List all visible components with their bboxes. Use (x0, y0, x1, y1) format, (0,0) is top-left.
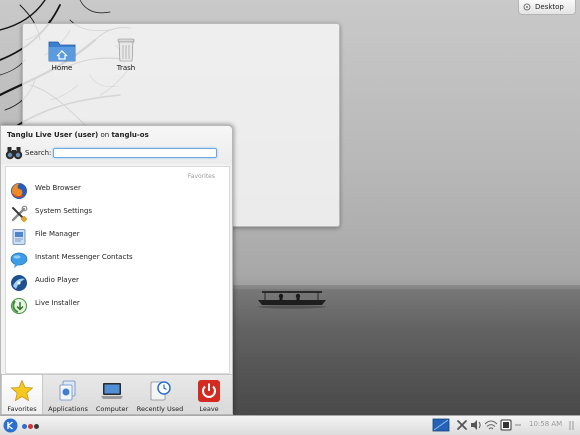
power-icon (198, 380, 220, 402)
recent-clock-icon (150, 381, 171, 401)
favorite-label: System Settings (35, 207, 93, 215)
favorites-list: Favorites Web Browser System Settings Fi… (5, 166, 230, 374)
trash-icon (117, 38, 135, 62)
network-icon[interactable] (484, 418, 498, 432)
devices-icon[interactable] (499, 418, 513, 432)
favorites-heading: Favorites (187, 173, 215, 180)
user-on-text: on (98, 131, 112, 139)
user-info: Tanglu Live User (user) on tanglu-os (7, 131, 149, 139)
pager-desktop-dot[interactable] (22, 424, 27, 429)
settings-tools-icon (11, 205, 28, 223)
search-label: Search: (25, 149, 52, 157)
home-folder-icon (48, 41, 76, 62)
favorite-web-browser[interactable]: Web Browser (6, 180, 229, 202)
desktop-toolbox-label: Desktop (535, 3, 564, 11)
tools-icon[interactable] (455, 418, 469, 432)
favorite-label: Web Browser (35, 184, 81, 192)
pager-widget[interactable] (22, 423, 42, 430)
desktop-icon-home[interactable]: Home (42, 37, 82, 72)
binoculars-icon (5, 147, 23, 160)
kde-launcher-icon[interactable] (3, 418, 18, 433)
tab-recently-used[interactable]: Recently Used (135, 375, 185, 414)
favorite-audio-player[interactable]: Audio Player (6, 272, 229, 294)
clock[interactable]: 10:58 AM (529, 420, 562, 428)
desktop-icon-label: Trash (116, 64, 136, 72)
tab-label: Computer (95, 405, 129, 413)
search-input[interactable] (53, 148, 217, 158)
tab-label: Recently Used (136, 405, 184, 413)
applications-icon (59, 380, 76, 401)
screen-icon[interactable] (432, 418, 450, 432)
desktop-toolbox-button[interactable]: Desktop (518, 0, 576, 15)
tab-label: Favorites (7, 405, 37, 413)
bottom-panel: 10:58 AM (0, 415, 580, 435)
favorite-label: Live Installer (35, 299, 80, 307)
pager-desktop-dot[interactable] (28, 424, 33, 429)
favorite-live-installer[interactable]: Live Installer (6, 295, 229, 317)
tab-leave[interactable]: Leave (187, 375, 231, 414)
favorite-label: File Manager (35, 230, 80, 238)
favorite-system-settings[interactable]: System Settings (6, 203, 229, 225)
star-icon (10, 379, 34, 402)
installer-icon (11, 298, 27, 314)
tab-applications[interactable]: Applications (45, 375, 91, 414)
tab-label: Applications (48, 405, 88, 413)
panel-toolbox-icon[interactable] (568, 420, 577, 431)
tab-computer[interactable]: Computer (91, 375, 133, 414)
favorite-file-manager[interactable]: File Manager (6, 226, 229, 248)
audio-player-icon (11, 275, 27, 291)
file-manager-icon (12, 229, 26, 245)
computer-icon (101, 383, 123, 399)
kickoff-tab-bar: Favorites Applications Computer Recently… (1, 374, 232, 414)
host-name: tanglu-os (111, 131, 149, 139)
cashew-icon (523, 3, 531, 11)
user-name: Tanglu Live User (user) (7, 131, 99, 139)
favorite-label: Instant Messenger Contacts (35, 253, 133, 261)
favorite-label: Audio Player (35, 276, 79, 284)
tab-favorites[interactable]: Favorites (1, 375, 43, 414)
tab-label: Leave (199, 405, 219, 413)
chat-bubble-icon (10, 252, 28, 268)
firefox-icon (11, 183, 27, 199)
kickoff-header: Tanglu Live User (user) on tanglu-os Sea… (1, 126, 232, 164)
pager-desktop-dot[interactable] (34, 424, 39, 429)
desktop-icon-trash[interactable]: Trash (106, 35, 146, 72)
desktop-icon-label: Home (51, 64, 73, 72)
volume-icon[interactable] (469, 418, 483, 432)
favorite-instant-messenger[interactable]: Instant Messenger Contacts (6, 249, 229, 271)
kickoff-launcher: Tanglu Live User (user) on tanglu-os Sea… (0, 125, 233, 415)
expand-tray-icon[interactable] (514, 418, 522, 432)
